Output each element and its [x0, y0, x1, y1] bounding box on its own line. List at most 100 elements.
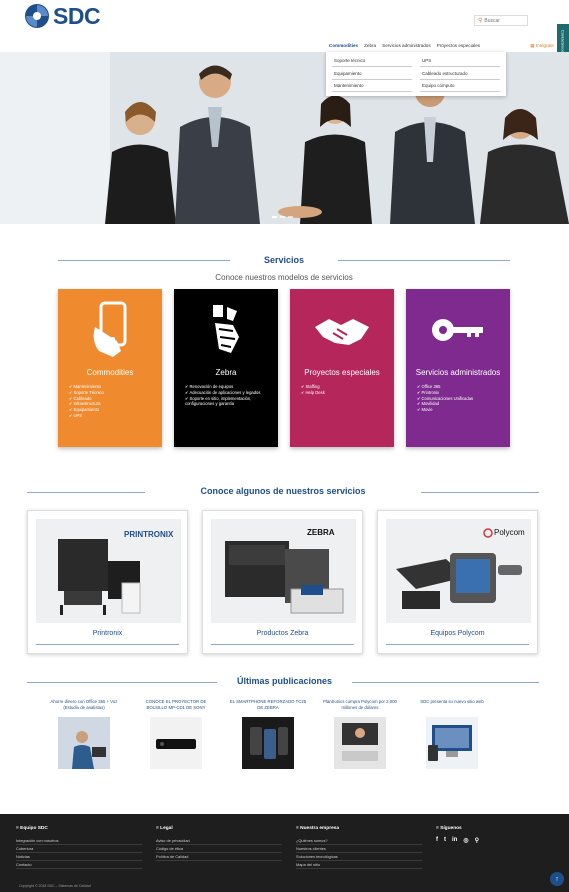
service-card-proyectos-especiales[interactable]: Proyectos especiales Staffing Help Desk [290, 289, 394, 447]
dropdown-item[interactable]: Equipo cómputo [420, 80, 500, 93]
search-input[interactable] [484, 17, 525, 24]
facebook-icon[interactable]: f [436, 837, 438, 844]
nav-proyectos-especiales[interactable]: Proyectos especiales [434, 40, 483, 52]
publication-title[interactable]: CONOCE EL PROYECTOR DE BOLSILLO MP-CD1 D… [136, 699, 216, 713]
publication-title[interactable]: Ahorre dinero con Office 365 + Voz (Estu… [44, 699, 124, 713]
footer-link[interactable]: Cobertura [16, 845, 142, 853]
divider [352, 682, 539, 683]
brand-label: Polycom [494, 528, 525, 537]
publication-title[interactable]: Plantronics compra Polycom por 2,000 mil… [320, 699, 400, 713]
product-label[interactable]: Productos Zebra [203, 630, 362, 637]
divider [36, 644, 179, 645]
card-title: Proyectos especiales [304, 368, 380, 377]
search-icon[interactable]: ⚲ [478, 17, 482, 24]
footer-col-equipo: ≡ Equipo SDC Integración con nosotros Co… [16, 826, 142, 869]
product-label[interactable]: Printronix [28, 630, 187, 637]
nav-commodities[interactable]: Commodities [326, 40, 362, 53]
list-item: Movie [417, 407, 473, 413]
list-item: Soporte en sitio, implementación, config… [185, 396, 278, 408]
dropdown-item[interactable]: Soporte técnico [332, 55, 412, 67]
footer-col-siguenos: ≡ Síguenos f t in ◎ ⚲ [436, 826, 546, 844]
footer-link[interactable]: ¿Quiénes somos? [296, 837, 422, 845]
footer-link[interactable]: Nuestros clientes [296, 845, 422, 853]
service-card-zebra[interactable]: Zebra Renovación de equipos Adecuación d… [174, 289, 278, 447]
dropdown-item[interactable]: Equipamiento [332, 68, 412, 80]
dropdown-item[interactable]: UPS [420, 55, 500, 67]
zebra-head-icon [174, 297, 278, 363]
footer-link[interactable]: Contacto [16, 861, 142, 869]
nav-zebra[interactable]: Zebra [361, 40, 379, 52]
linkedin-icon[interactable]: in [452, 837, 457, 844]
slider-dot[interactable] [272, 216, 277, 218]
location-icon[interactable]: ⚲ [475, 837, 479, 844]
publication-item[interactable]: Plantronics compra Polycom por 2,000 mil… [320, 699, 400, 769]
social-links: f t in ◎ ⚲ [436, 837, 546, 844]
printronix-printer-image: PRINTRONIX [36, 519, 181, 623]
publication-thumbnail[interactable] [58, 717, 110, 769]
footer-heading: ≡ Nuestra empresa [296, 826, 340, 831]
publication-thumbnail[interactable] [334, 717, 386, 769]
product-label[interactable]: Equipos Polycom [378, 630, 537, 637]
card-list: Mantenimiento Soporte Técnico Cableado I… [69, 384, 104, 419]
footer-link[interactable]: Integración con nosotros [16, 837, 142, 845]
footer-heading: ≡ Legal [156, 826, 173, 831]
divider [58, 260, 230, 261]
product-panel-printronix[interactable]: PRINTRONIX Printronix [27, 510, 188, 654]
publication-item[interactable]: EL SMARTPHONE REFORZADO TC25 DE ZEBRA [228, 699, 308, 769]
card-list: Staffing Help Desk [301, 384, 324, 396]
footer-link[interactable]: Noticias [16, 853, 142, 861]
handshake-icon [290, 297, 394, 363]
commodities-dropdown: Soporte técnico UPS Equipamiento Cablead… [326, 52, 506, 96]
footer-link[interactable]: Política de Calidad [156, 853, 282, 861]
sdc-logo-icon [25, 4, 49, 28]
divider [338, 260, 510, 261]
twitter-icon[interactable]: t [444, 837, 446, 844]
service-card-servicios-administrados[interactable]: Servicios administrados Office 365 Print… [406, 289, 510, 447]
divider [27, 682, 217, 683]
publication-title[interactable]: SDC presenta su nuevo sitio web [412, 699, 492, 713]
back-to-top-button[interactable]: ↑ [550, 872, 564, 886]
services-subtitle: Conoce nuestros modelos de servicios [215, 273, 353, 282]
footer-link[interactable]: Código de ética [156, 845, 282, 853]
publication-thumbnail[interactable] [426, 717, 478, 769]
publication-thumbnail[interactable] [242, 717, 294, 769]
publications-title: Últimas publicaciones [236, 676, 333, 686]
publication-title[interactable]: EL SMARTPHONE REFORZADO TC25 DE ZEBRA [228, 699, 308, 713]
publication-item[interactable]: CONOCE EL PROYECTOR DE BOLSILLO MP-CD1 D… [136, 699, 216, 769]
footer-link[interactable]: Soluciones tecnológicas [296, 853, 422, 861]
services-title: Servicios [263, 255, 305, 265]
card-title: Servicios administrados [415, 368, 501, 377]
footer-heading: ≡ Síguenos [436, 826, 462, 831]
product-panel-zebra[interactable]: ZEBRA Productos Zebra [202, 510, 363, 654]
footer-link[interactable]: Mapa del sitio [296, 861, 422, 869]
divider [421, 492, 539, 493]
product-panel-polycom[interactable]: Polycom Equipos Polycom [377, 510, 538, 654]
list-item: UPS [69, 413, 104, 419]
list-item: Help Desk [301, 390, 324, 396]
hand-phone-icon [58, 297, 162, 363]
publication-item[interactable]: Ahorre dinero con Office 365 + Voz (Estu… [44, 699, 124, 769]
hero-slider-dots [272, 216, 293, 218]
card-title: Commodities [86, 368, 134, 377]
publication-thumbnail[interactable] [150, 717, 202, 769]
footer-col-empresa: ≡ Nuestra empresa ¿Quiénes somos? Nuestr… [296, 826, 422, 869]
list-item: Soporte Técnico [69, 390, 103, 396]
instagram-icon[interactable]: ◎ [463, 837, 468, 844]
service-card-commodities[interactable]: Commodities Mantenimiento Soporte Técnic… [58, 289, 162, 447]
search-box[interactable]: ⚲ [474, 15, 528, 26]
footer-col-legal: ≡ Legal Aviso de privacidad Código de ét… [156, 826, 282, 861]
divider [27, 492, 145, 493]
divider [211, 644, 354, 645]
nav-servicios-administrados[interactable]: Servicios administrados [379, 40, 434, 52]
footer-heading: ≡ Equipo SDC [16, 826, 48, 831]
dropdown-item[interactable]: Cableado estructurado [420, 68, 500, 80]
footer-link[interactable]: Aviso de privacidad [156, 837, 282, 845]
slider-dot[interactable] [280, 216, 285, 218]
slider-dot[interactable] [288, 216, 293, 218]
dropdown-item[interactable]: Mantenimiento [332, 80, 412, 93]
publication-item[interactable]: SDC presenta su nuevo sitio web [412, 699, 492, 769]
nav-integrate[interactable]: ▦ Intégrate [527, 40, 557, 52]
divider [386, 644, 529, 645]
sdc-logo[interactable]: SDC [24, 3, 119, 29]
nav-integrate-label: Intégrate [535, 43, 554, 48]
